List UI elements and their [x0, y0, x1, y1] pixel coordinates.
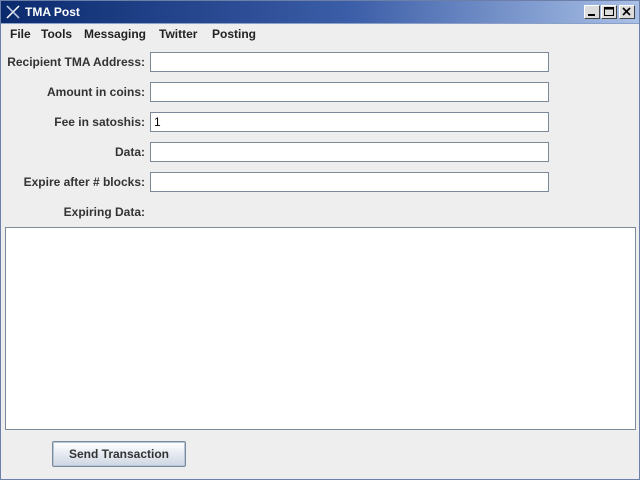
fee-input[interactable]: [150, 112, 549, 132]
close-button[interactable]: [619, 5, 635, 19]
expire-blocks-input[interactable]: [150, 172, 549, 192]
menu-twitter[interactable]: Twitter: [159, 27, 197, 42]
recipient-label: Recipient TMA Address:: [7, 55, 145, 69]
recipient-address-input[interactable]: [150, 52, 549, 72]
window-title: TMA Post: [25, 5, 80, 19]
amount-input[interactable]: [150, 82, 549, 102]
send-transaction-button[interactable]: Send Transaction: [52, 441, 186, 467]
close-icon: [622, 7, 631, 16]
app-window: TMA Post File Tools Messaging Twitter Po…: [0, 0, 640, 480]
app-icon: [6, 5, 20, 19]
expiring-data-label: Expiring Data:: [63, 205, 145, 219]
expiring-data-textarea[interactable]: [5, 227, 636, 430]
menu-bar: File Tools Messaging Twitter Posting: [1, 24, 639, 45]
minimize-button[interactable]: [584, 5, 600, 19]
maximize-icon: [604, 7, 614, 16]
expire-label: Expire after # blocks:: [23, 175, 145, 189]
data-input[interactable]: [150, 142, 549, 162]
maximize-button[interactable]: [601, 5, 617, 19]
data-label: Data:: [114, 145, 145, 159]
menu-messaging[interactable]: Messaging: [84, 27, 146, 42]
title-bar[interactable]: TMA Post: [1, 1, 639, 24]
minimize-icon: [588, 14, 595, 16]
fee-label: Fee in satoshis:: [54, 115, 145, 129]
menu-posting[interactable]: Posting: [212, 27, 256, 42]
amount-label: Amount in coins:: [47, 85, 145, 99]
menu-file[interactable]: File: [10, 27, 31, 42]
menu-tools[interactable]: Tools: [41, 27, 72, 42]
